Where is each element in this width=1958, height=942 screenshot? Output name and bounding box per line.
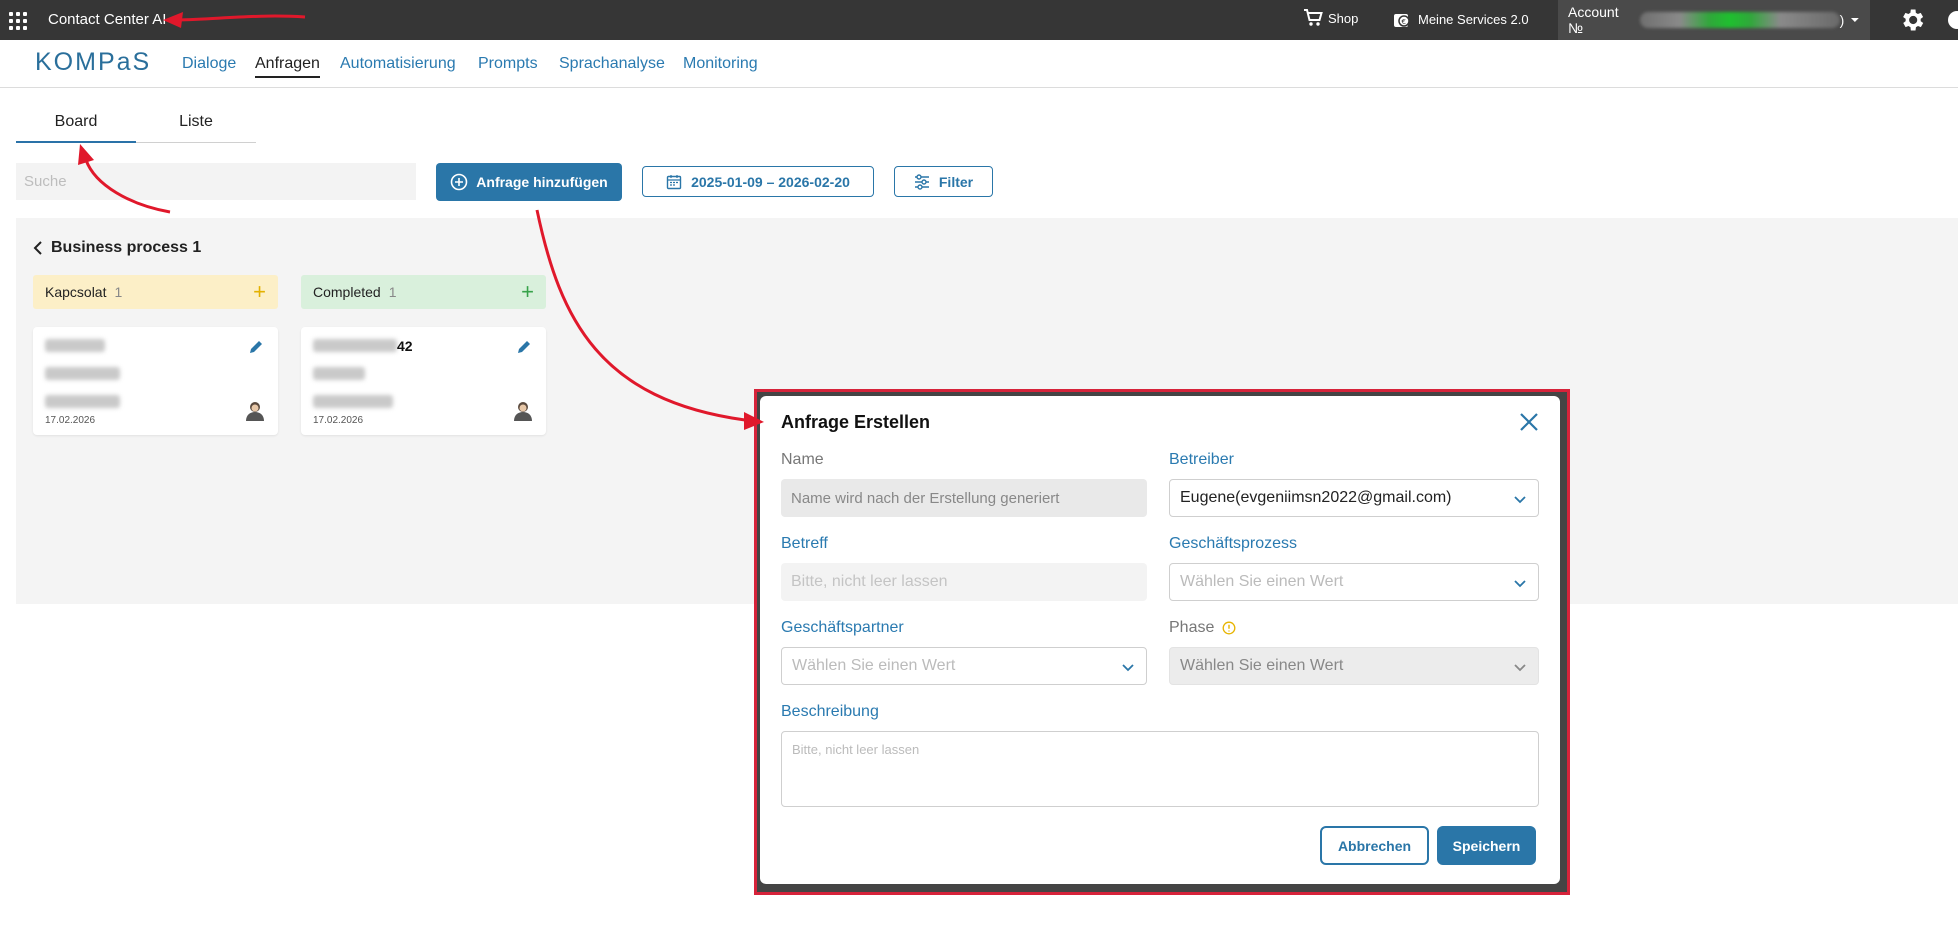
tab-board[interactable]: Board	[16, 103, 136, 143]
card-subtitle-redacted	[313, 367, 365, 380]
card-date: 17.02.2026	[313, 415, 364, 426]
date-range-button[interactable]: 2025-01-09 – 2026-02-20	[642, 166, 874, 197]
account-selector[interactable]: Account № )	[1558, 0, 1870, 40]
account-suffix: )	[1839, 12, 1845, 28]
add-card-plus-icon[interactable]: +	[253, 281, 266, 303]
nav-prompts[interactable]: Prompts	[478, 55, 538, 73]
search-input[interactable]	[16, 163, 416, 200]
main-nav: KOMPaS Dialoge Anfragen Automatisierung …	[0, 40, 1958, 88]
beschreibung-label: Beschreibung	[781, 703, 879, 720]
shop-button[interactable]: Shop	[1303, 9, 1358, 27]
business-process-title: Business process 1	[51, 239, 202, 256]
phase-select: Wählen Sie einen Wert	[1169, 647, 1539, 685]
user-avatar-partial[interactable]	[1948, 11, 1958, 29]
name-field: Name wird nach der Erstellung generiert	[781, 479, 1147, 517]
top-bar: Contact Center AI Shop € Meine Services …	[0, 0, 1958, 40]
name-label: Name	[781, 451, 824, 468]
calendar-icon	[666, 174, 682, 189]
geschaeftsprozess-placeholder: Wählen Sie einen Wert	[1180, 573, 1344, 590]
column-header-kapcsolat: Kapcsolat 1 +	[33, 275, 278, 309]
create-request-dialog: Anfrage Erstellen Name Name wird nach de…	[760, 396, 1560, 884]
betreiber-select[interactable]: Eugene(evgeniimsn2022@gmail.com)	[1169, 479, 1539, 517]
betreff-label: Betreff	[781, 535, 828, 552]
nav-automatisierung[interactable]: Automatisierung	[340, 55, 456, 73]
chevron-down-icon	[1122, 664, 1134, 672]
geschaeftspartner-select[interactable]: Wählen Sie einen Wert	[781, 647, 1147, 685]
svg-text:€: €	[1402, 18, 1406, 26]
add-request-button[interactable]: Anfrage hinzufügen	[436, 163, 622, 201]
card-partner-redacted	[313, 395, 393, 408]
request-card[interactable]: 42 17.02.2026	[301, 327, 546, 435]
geschaeftsprozess-select[interactable]: Wählen Sie einen Wert	[1169, 563, 1539, 601]
save-button[interactable]: Speichern	[1437, 826, 1536, 865]
kompas-logo[interactable]: KOMPaS	[35, 48, 151, 77]
cart-icon	[1304, 9, 1323, 26]
nav-sprachanalyse[interactable]: Sprachanalyse	[559, 55, 665, 73]
account-label: Account №	[1568, 4, 1619, 36]
card-title-redacted	[45, 339, 105, 352]
card-date: 17.02.2026	[45, 415, 96, 426]
caret-down-icon	[1851, 18, 1860, 22]
phase-label: Phase	[1169, 619, 1215, 636]
user-avatar-icon	[246, 402, 264, 421]
column-count: 1	[114, 284, 123, 300]
nav-monitoring[interactable]: Monitoring	[683, 55, 758, 73]
beschreibung-textarea[interactable]: Bitte, nicht leer lassen	[781, 731, 1539, 807]
plus-circle-icon	[450, 173, 468, 191]
chevron-down-icon	[1514, 580, 1526, 588]
dialog-title: Anfrage Erstellen	[781, 412, 931, 432]
sliders-icon	[914, 173, 929, 190]
services-button[interactable]: € Meine Services 2.0	[1392, 9, 1529, 29]
services-label: Meine Services 2.0	[1418, 11, 1529, 27]
settings-gear-icon[interactable]	[1898, 6, 1926, 34]
card-subtitle-redacted	[45, 367, 120, 380]
edit-pencil-icon[interactable]	[248, 339, 264, 355]
app-title[interactable]: Contact Center AI	[48, 11, 166, 28]
card-title-redacted	[313, 339, 397, 352]
phase-label-group: Phase	[1169, 619, 1236, 637]
chevron-left-icon	[33, 241, 42, 255]
tab-list[interactable]: Liste	[136, 103, 256, 143]
nav-anfragen[interactable]: Anfragen	[255, 55, 320, 78]
betreiber-label: Betreiber	[1169, 451, 1234, 468]
betreff-input[interactable]: Bitte, nicht leer lassen	[781, 563, 1147, 601]
add-card-plus-icon[interactable]: +	[521, 281, 534, 303]
close-icon[interactable]	[1518, 411, 1540, 433]
column-header-completed: Completed 1 +	[301, 275, 546, 309]
date-range-label: 2025-01-09 – 2026-02-20	[691, 173, 850, 190]
user-avatar-icon	[514, 402, 532, 421]
card-title-tail: 42	[397, 338, 413, 354]
apps-grid-icon[interactable]	[9, 12, 27, 30]
add-request-label: Anfrage hinzufügen	[476, 174, 608, 190]
chevron-down-icon	[1514, 496, 1526, 504]
cancel-button[interactable]: Abbrechen	[1320, 826, 1429, 865]
filter-label: Filter	[938, 173, 974, 190]
column-count: 1	[388, 284, 397, 300]
shop-label: Shop	[1328, 10, 1359, 26]
edit-pencil-icon[interactable]	[516, 339, 532, 355]
phase-placeholder: Wählen Sie einen Wert	[1180, 657, 1344, 674]
betreiber-value: Eugene(evgeniimsn2022@gmail.com)	[1180, 489, 1452, 506]
business-process-back[interactable]: Business process 1	[33, 239, 201, 257]
chevron-down-icon	[1514, 664, 1526, 672]
filter-button[interactable]: Filter	[894, 166, 993, 197]
column-name: Completed	[313, 284, 381, 300]
request-card[interactable]: 17.02.2026	[33, 327, 278, 435]
column-name: Kapcsolat	[45, 284, 107, 300]
account-number-redacted	[1639, 12, 1840, 28]
services-bag-icon: €	[1394, 14, 1410, 27]
geschaeftspartner-placeholder: Wählen Sie einen Wert	[792, 657, 956, 674]
nav-dialoge[interactable]: Dialoge	[182, 55, 236, 73]
info-warning-icon[interactable]	[1222, 621, 1236, 635]
geschaeftsprozess-label: Geschäftsprozess	[1169, 535, 1298, 552]
geschaeftspartner-label: Geschäftspartner	[781, 619, 904, 636]
card-partner-redacted	[45, 395, 120, 408]
